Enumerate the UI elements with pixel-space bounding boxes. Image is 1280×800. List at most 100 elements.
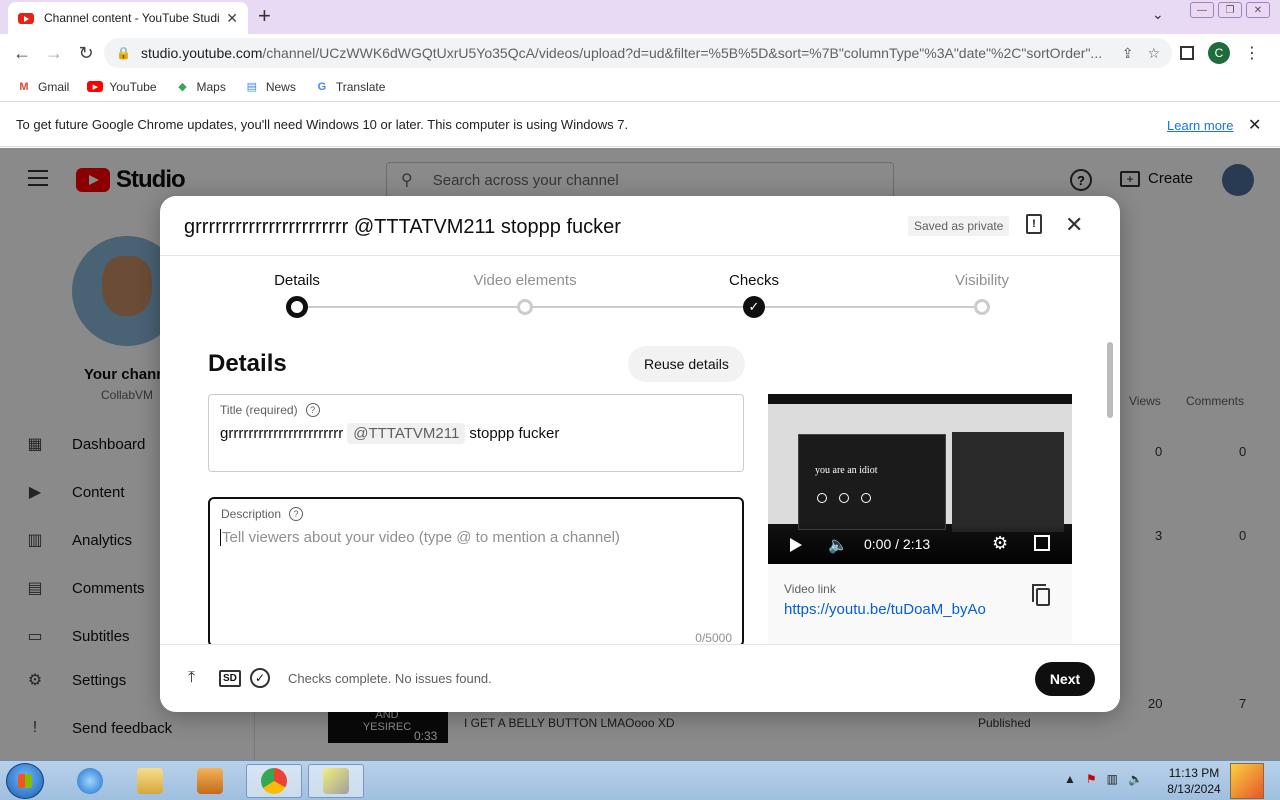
title-help-icon[interactable]: ? (305, 403, 320, 417)
close-tab-icon[interactable]: ✕ (226, 10, 238, 27)
close-window-button[interactable]: ✕ (1246, 2, 1270, 18)
title-field-value[interactable]: grrrrrrrrrrrrrrrrrrrrrrr @TTTATVM211 sto… (220, 423, 559, 444)
upload-details-dialog: grrrrrrrrrrrrrrrrrrrrrrr @TTTATVM211 sto… (160, 196, 1120, 712)
bookmark-star-icon[interactable]: ☆ (1147, 45, 1160, 62)
bookmark-translate[interactable]: G Translate (314, 80, 386, 94)
infobar-close-icon[interactable]: ✕ (1248, 115, 1261, 135)
sd-quality-icon[interactable]: SD (219, 670, 241, 687)
video-frame-sidebar (952, 432, 1064, 532)
step-checks[interactable]: Checks (674, 272, 834, 289)
description-char-count: 0/5000 (695, 631, 732, 645)
player-controls: 🔈 0:00 / 2:13 ⚙ (768, 524, 1072, 564)
step-visibility[interactable]: Visibility (902, 272, 1062, 289)
checks-complete-icon[interactable]: ✓ (250, 668, 270, 688)
clock-time: 11:13 PM (1168, 766, 1220, 780)
bookmark-gmail[interactable]: M Gmail (16, 80, 69, 94)
step-checks-done-icon[interactable]: ✓ (743, 296, 765, 318)
address-bar[interactable]: 🔒 studio.youtube.com/channel/UCzWWK6dWGQ… (104, 38, 1172, 68)
window-controls: — ❐ ✕ (1190, 2, 1270, 18)
bookmark-news[interactable]: ▤ News (244, 80, 296, 94)
video-frame-text: you are an idiot (815, 465, 878, 476)
player-settings-gear-icon[interactable]: ⚙ (992, 533, 1008, 554)
folder-icon (137, 768, 163, 794)
chrome-icon (261, 768, 287, 794)
upload-status-icon[interactable]: ⤒ (188, 669, 195, 687)
title-field[interactable]: Title (required)? grrrrrrrrrrrrrrrrrrrrr… (208, 394, 744, 472)
network-icon[interactable]: ▥ (1107, 772, 1118, 786)
taskbar-explorer[interactable] (122, 764, 178, 798)
show-hidden-icons-icon[interactable]: ▲ (1064, 772, 1076, 786)
volume-icon[interactable]: 🔈 (828, 535, 848, 555)
step-visibility-dot[interactable] (974, 299, 990, 315)
channel-mention-chip[interactable]: @TTTATVM211 (347, 423, 466, 444)
smiley-icon (861, 493, 871, 503)
youtube-icon: ▶ (87, 81, 104, 92)
taskbar-app[interactable] (308, 764, 364, 798)
tab-title: Channel content - YouTube Studio (44, 11, 221, 25)
play-icon[interactable] (790, 538, 802, 552)
action-center-flag-icon[interactable]: ⚑ (1086, 772, 1097, 786)
browser-tab-active[interactable]: Channel content - YouTube Studio ✕ (8, 2, 248, 34)
bookmarks-bar: M Gmail ▶ YouTube ◆ Maps ▤ News G Translate (0, 72, 1280, 102)
maps-icon: ◆ (178, 81, 187, 93)
description-help-icon[interactable]: ? (289, 507, 304, 521)
reload-icon[interactable]: ↻ (70, 43, 102, 64)
windows-taskbar: ▲ ⚑ ▥ 🔈 11:13 PM 8/13/2024 (0, 760, 1280, 800)
back-arrow-icon[interactable]: ← (6, 43, 38, 64)
bookmark-maps[interactable]: ◆ Maps (175, 80, 226, 94)
stepper-track (297, 306, 983, 308)
show-desktop-button[interactable] (1230, 763, 1264, 799)
step-video-elements[interactable]: Video elements (445, 272, 605, 289)
tab-search-chevron-icon[interactable]: ⌄ (1152, 6, 1164, 23)
saved-status-badge: Saved as private (908, 216, 1010, 236)
taskbar-chrome[interactable] (246, 764, 302, 798)
start-button[interactable] (6, 763, 44, 799)
description-field-label: Description (221, 507, 282, 521)
copy-icon[interactable] (1032, 584, 1050, 606)
dialog-header: grrrrrrrrrrrrrrrrrrrrrrr @TTTATVM211 sto… (160, 196, 1120, 256)
share-icon[interactable]: ⇪ (1122, 45, 1134, 62)
title-field-label: Title (required) (220, 403, 298, 417)
dialog-footer: ⤒ SD ✓ Checks complete. No issues found.… (160, 644, 1120, 712)
learn-more-link[interactable]: Learn more (1167, 118, 1233, 133)
step-video-elements-dot[interactable] (517, 299, 533, 315)
chrome-menu-icon[interactable]: ⋮ (1244, 43, 1260, 63)
taskbar-ie[interactable] (62, 764, 118, 798)
report-issue-icon[interactable]: ! (1026, 214, 1042, 234)
new-tab-button[interactable]: + (258, 4, 271, 28)
taskbar-media-player[interactable] (182, 764, 238, 798)
dialog-title: grrrrrrrrrrrrrrrrrrrrrrr @TTTATVM211 sto… (184, 216, 621, 238)
next-button[interactable]: Next (1035, 662, 1095, 696)
details-heading: Details (208, 350, 287, 377)
step-details-current-dot[interactable] (286, 296, 308, 318)
step-details[interactable]: Details (217, 272, 377, 289)
volume-muted-icon[interactable]: 🔈 (1128, 772, 1143, 786)
taskbar-clock[interactable]: 11:13 PM 8/13/2024 (1166, 765, 1222, 797)
smiley-icon (839, 493, 849, 503)
dialog-scrollbar[interactable] (1107, 342, 1113, 418)
video-player[interactable]: you are an idiot 🔈 0:00 / 2:13 ⚙ (768, 394, 1072, 564)
browser-toolbar: ← → ↻ 🔒 studio.youtube.com/channel/UCzWW… (0, 34, 1280, 72)
fullscreen-icon[interactable] (1034, 535, 1050, 551)
dialog-close-icon[interactable]: ✕ (1065, 212, 1083, 238)
lock-icon[interactable]: 🔒 (116, 46, 131, 60)
url-text[interactable]: studio.youtube.com/channel/UCzWWK6dWGQtU… (141, 45, 1108, 61)
side-panel-icon[interactable] (1180, 46, 1194, 60)
description-field[interactable]: Description? Tell viewers about your vid… (208, 497, 744, 647)
bookmark-youtube[interactable]: ▶ YouTube (87, 80, 157, 94)
translate-icon: G (317, 80, 327, 93)
minimize-button[interactable]: — (1190, 2, 1214, 18)
internet-explorer-icon (77, 768, 103, 794)
video-link[interactable]: https://youtu.be/tuDoaM_byAo (784, 601, 986, 618)
profile-avatar[interactable]: C (1208, 42, 1230, 64)
news-icon: ▤ (246, 81, 258, 93)
restore-button[interactable]: ❐ (1218, 2, 1242, 18)
player-time: 0:00 / 2:13 (864, 536, 931, 552)
reuse-details-button[interactable]: Reuse details (628, 346, 745, 382)
smiley-icon (817, 493, 827, 503)
forward-arrow-icon[interactable]: → (38, 43, 70, 64)
browser-tab-strip: Channel content - YouTube Studio ✕ + ⌄ —… (0, 0, 1280, 34)
infobar-message: To get future Google Chrome updates, you… (16, 117, 629, 132)
description-placeholder: Tell viewers about your video (type @ to… (220, 529, 620, 546)
video-frame: you are an idiot (768, 404, 1072, 532)
